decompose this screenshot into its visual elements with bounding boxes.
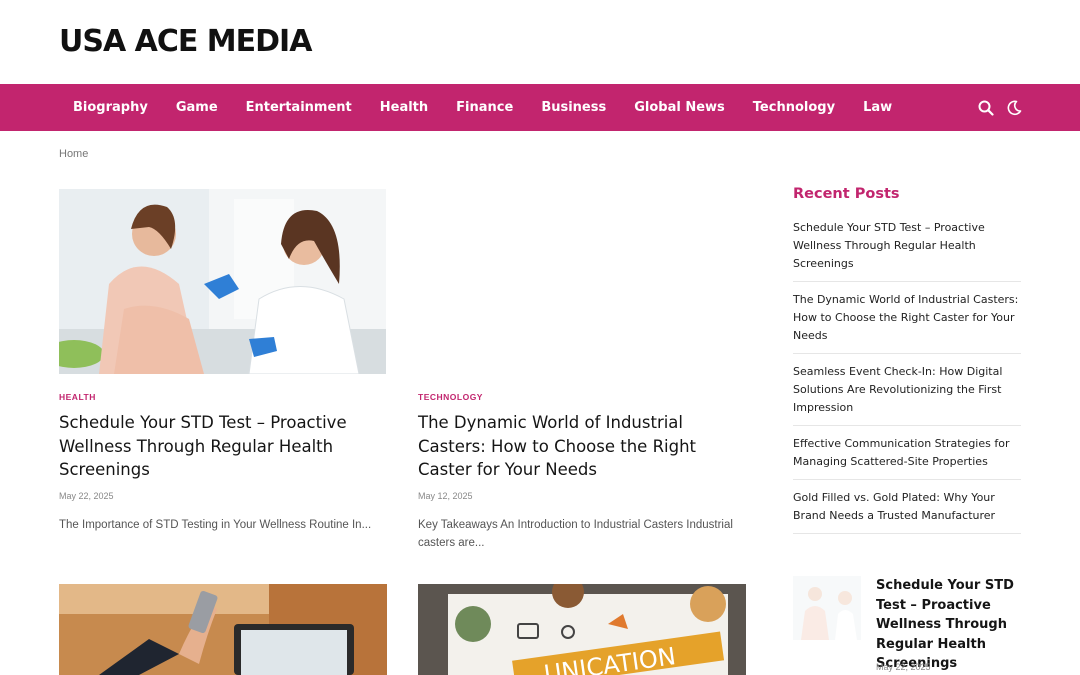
nav-item-game[interactable]: Game bbox=[176, 100, 218, 115]
nav-item-finance[interactable]: Finance bbox=[456, 100, 513, 115]
recent-posts-list: Schedule Your STD Test – Proactive Welln… bbox=[793, 219, 1021, 534]
site-header: USA ACE MEDIA bbox=[0, 0, 1080, 84]
post-excerpt: The Importance of STD Testing in Your We… bbox=[59, 519, 372, 531]
nav-item-entertainment[interactable]: Entertainment bbox=[246, 100, 352, 115]
sidebar-featured-date: May 22, 2025 bbox=[876, 662, 931, 672]
nav-item-biography[interactable]: Biography bbox=[73, 100, 148, 115]
nav-item-law[interactable]: Law bbox=[863, 100, 892, 115]
recent-post-item[interactable]: Effective Communication Strategies for M… bbox=[793, 435, 1021, 480]
post-title[interactable]: The Dynamic World of Industrial Casters:… bbox=[418, 411, 746, 482]
breadcrumb-home[interactable]: Home bbox=[59, 148, 88, 160]
breadcrumb: Home bbox=[59, 148, 88, 160]
recent-post-item[interactable]: The Dynamic World of Industrial Casters:… bbox=[793, 291, 1021, 354]
post-date: May 12, 2025 bbox=[418, 491, 473, 501]
sidebar-featured-title[interactable]: Schedule Your STD Test – Proactive Welln… bbox=[876, 576, 1024, 674]
nav-item-technology[interactable]: Technology bbox=[753, 100, 835, 115]
post-excerpt: Key Takeaways An Introduction to Industr… bbox=[418, 519, 733, 549]
sidebar-recent-posts: Recent Posts Schedule Your STD Test – Pr… bbox=[793, 186, 1021, 543]
nav-item-global-news[interactable]: Global News bbox=[634, 100, 725, 115]
main-navigation: Biography Game Entertainment Health Fina… bbox=[0, 84, 1080, 131]
post-card: UNICATION bbox=[418, 584, 746, 675]
site-title[interactable]: USA ACE MEDIA bbox=[59, 24, 312, 59]
post-card: Technology The Dynamic World of Industri… bbox=[418, 189, 746, 559]
post-card: Health Schedule Your STD Test – Proactiv… bbox=[59, 189, 387, 559]
moon-icon[interactable] bbox=[1006, 100, 1022, 116]
sidebar-featured-post: Schedule Your STD Test – Proactive Welln… bbox=[793, 576, 1023, 675]
nav-list: Biography Game Entertainment Health Fina… bbox=[73, 84, 920, 131]
recent-post-item[interactable]: Gold Filled vs. Gold Plated: Why Your Br… bbox=[793, 489, 1021, 534]
nav-item-health[interactable]: Health bbox=[380, 100, 428, 115]
search-icon[interactable] bbox=[978, 100, 994, 116]
post-category[interactable]: Health bbox=[59, 392, 96, 402]
recent-post-item[interactable]: Schedule Your STD Test – Proactive Welln… bbox=[793, 219, 1021, 282]
post-date: May 22, 2025 bbox=[59, 491, 114, 501]
sidebar-featured-thumb[interactable] bbox=[793, 576, 861, 640]
post-image-communication[interactable]: UNICATION bbox=[418, 584, 746, 675]
post-card bbox=[59, 584, 387, 675]
recent-post-item[interactable]: Seamless Event Check-In: How Digital Sol… bbox=[793, 363, 1021, 426]
nav-item-business[interactable]: Business bbox=[541, 100, 606, 115]
post-image-clinic[interactable] bbox=[59, 189, 386, 374]
post-title[interactable]: Schedule Your STD Test – Proactive Welln… bbox=[59, 411, 387, 482]
post-image-tablet[interactable] bbox=[59, 584, 387, 675]
post-image-placeholder[interactable] bbox=[418, 189, 746, 374]
nav-icons bbox=[978, 84, 1022, 131]
sidebar-title: Recent Posts bbox=[793, 186, 900, 202]
post-category[interactable]: Technology bbox=[418, 392, 483, 402]
